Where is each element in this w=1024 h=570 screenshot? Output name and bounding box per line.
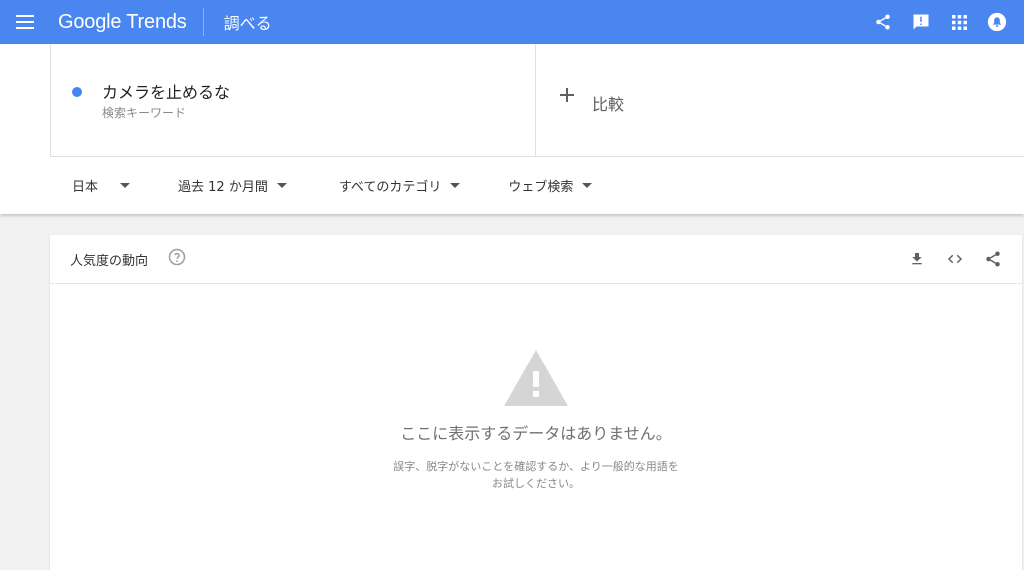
share-icon	[986, 251, 1000, 267]
apps-grid-icon	[951, 14, 967, 30]
appbar-actions	[864, 0, 1016, 44]
interest-over-time-card: 人気度の動向 ここに表示するデータはありません。 誤字、脱字がないことを確認する…	[50, 235, 1022, 570]
filter-search-type-label: ウェブ検索	[508, 180, 574, 195]
empty-state-title: ここに表示するデータはありません。	[400, 424, 672, 443]
app-bar: Google Trends 調べる	[0, 0, 1024, 44]
filter-time-range[interactable]: 過去 12 か月間	[178, 176, 287, 195]
notifications-icon	[987, 12, 1007, 32]
card-share-button[interactable]	[974, 240, 1012, 278]
google-trends-logo[interactable]: Google Trends	[50, 11, 187, 34]
feedback-button[interactable]	[902, 0, 940, 44]
download-csv-button[interactable]	[898, 240, 936, 278]
share-button[interactable]	[864, 0, 902, 44]
filter-region[interactable]: 日本	[72, 176, 131, 195]
plus-icon	[560, 88, 574, 102]
empty-state: ここに表示するデータはありません。 誤字、脱字がないことを確認するか、より一般的…	[50, 350, 1022, 492]
filter-category-label: すべてのカテゴリ	[338, 180, 442, 195]
search-term-label: カメラを止めるな	[102, 83, 231, 102]
card-actions	[898, 240, 1012, 278]
notifications-button[interactable]	[978, 0, 1016, 44]
appbar-divider	[202, 8, 204, 36]
filter-search-type[interactable]: ウェブ検索	[508, 176, 593, 195]
page-title: 調べる	[223, 14, 272, 33]
apps-button[interactable]	[940, 0, 978, 44]
dropdown-caret-icon	[120, 183, 131, 188]
card-header: 人気度の動向	[50, 235, 1022, 284]
dropdown-caret-icon	[582, 183, 593, 188]
embed-button[interactable]	[936, 240, 974, 278]
filter-category[interactable]: すべてのカテゴリ	[339, 176, 461, 195]
search-term-type: 検索キーワード	[102, 106, 187, 120]
search-terms-row: カメラを止めるな 検索キーワード 比較	[50, 44, 1024, 157]
menu-icon	[16, 15, 34, 29]
explore-header: カメラを止めるな 検索キーワード 比較 日本 過去 12 か月間 すべてのカテゴ…	[0, 44, 1024, 214]
compare-label: 比較	[592, 95, 625, 114]
warning-icon	[504, 350, 568, 406]
share-icon	[876, 14, 890, 30]
filters-row: 日本 過去 12 か月間 すべてのカテゴリ ウェブ検索	[50, 157, 593, 214]
embed-code-icon	[947, 254, 963, 264]
filter-time-range-label: 過去 12 か月間	[178, 180, 268, 195]
empty-state-subtitle: 誤字、脱字がないことを確認するか、より一般的な用語をお試しください。	[393, 460, 679, 490]
help-icon[interactable]	[168, 248, 186, 266]
search-term-card[interactable]: カメラを止めるな 検索キーワード	[50, 44, 536, 157]
term-color-dot	[72, 87, 82, 97]
dropdown-caret-icon	[450, 183, 461, 188]
feedback-icon	[913, 14, 929, 30]
menu-button[interactable]	[0, 0, 50, 44]
download-icon	[912, 253, 922, 265]
filter-region-label: 日本	[72, 180, 99, 195]
dropdown-caret-icon	[276, 183, 287, 188]
card-title: 人気度の動向	[70, 254, 149, 269]
compare-button[interactable]: 比較	[536, 44, 1024, 157]
